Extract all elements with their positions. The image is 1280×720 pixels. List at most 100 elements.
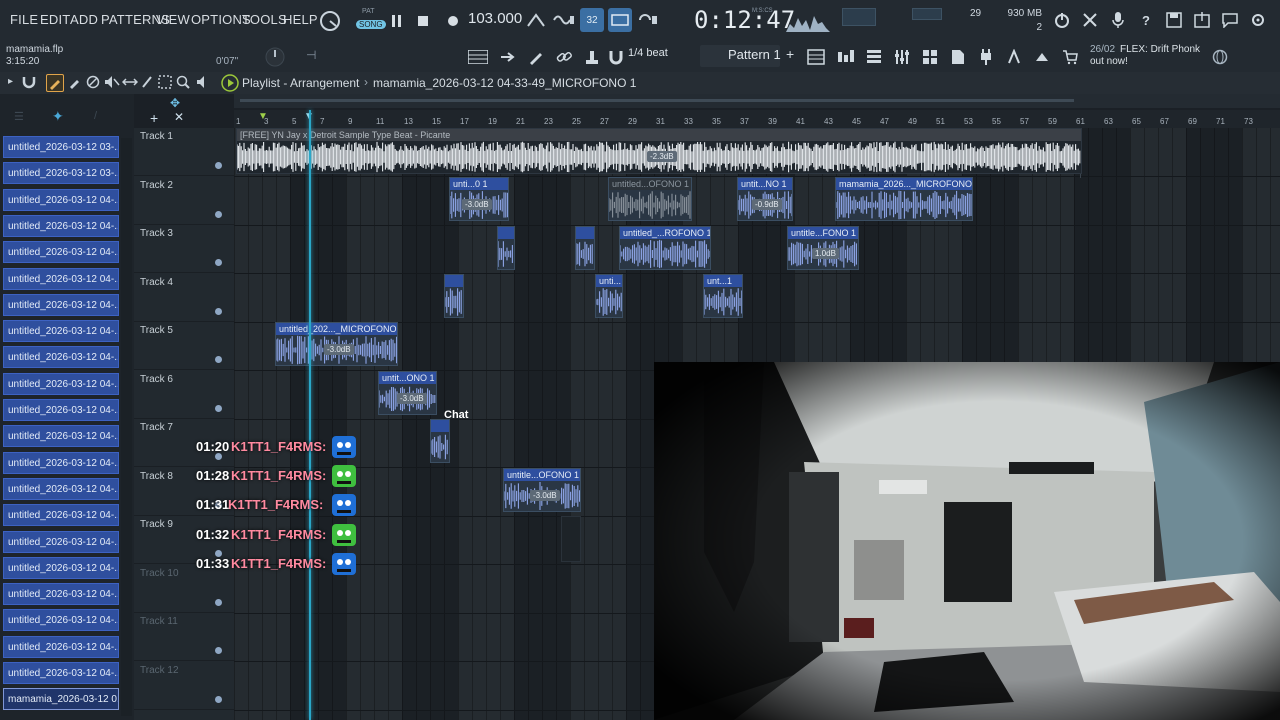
- audio-clip[interactable]: [497, 226, 515, 270]
- clip-title[interactable]: untit...NO 1: [738, 178, 792, 190]
- playhead-line[interactable]: [309, 110, 311, 720]
- browser-clip-item[interactable]: untitled_2026-03-12 03-...: [3, 136, 119, 158]
- slip-tool-icon[interactable]: [121, 75, 139, 94]
- track-mute-dot-icon[interactable]: [215, 259, 222, 266]
- loop-start-marker-icon[interactable]: ▼: [258, 111, 268, 122]
- loop-record-icon[interactable]: [636, 8, 660, 32]
- move-arrows-icon[interactable]: ✥: [170, 96, 180, 110]
- browser-clip-item[interactable]: untitled_2026-03-12 04-...: [3, 504, 119, 527]
- add-track-icon[interactable]: +: [150, 110, 158, 126]
- track-mute-dot-icon[interactable]: [215, 647, 222, 654]
- track-header[interactable]: Track 2: [134, 177, 234, 225]
- main-volume-knob-icon[interactable]: [264, 46, 286, 73]
- track-header[interactable]: Track 10: [134, 565, 234, 613]
- clip-title[interactable]: [FREE] YN Jay x Detroit Sample Type Beat…: [237, 129, 1081, 141]
- playlist-menu-arrow-icon[interactable]: ▸: [8, 76, 13, 87]
- audio-clip[interactable]: untitled...OFONO 1: [608, 177, 692, 221]
- clip-title[interactable]: mamamia_2026..._MICROFONO 1: [836, 178, 972, 190]
- browser-clip-item[interactable]: untitled_2026-03-12 04-...: [3, 241, 119, 264]
- main-pitch-slider-icon[interactable]: ⊣: [306, 48, 316, 62]
- browser-clip-item[interactable]: untitled_2026-03-12 04-...: [3, 320, 119, 343]
- shopping-cart-icon[interactable]: [1058, 45, 1082, 69]
- typing-keyboard-icon[interactable]: [608, 8, 632, 32]
- browser-list-icon[interactable]: ☰: [14, 110, 24, 123]
- microphone-icon[interactable]: [1106, 8, 1130, 32]
- pattern-selector-label[interactable]: Pattern 1: [728, 47, 781, 62]
- clip-title[interactable]: untitled_202..._MICROFONO 1: [276, 323, 397, 335]
- audio-clip[interactable]: unti...: [595, 274, 623, 318]
- audio-clip[interactable]: [575, 226, 595, 270]
- link-chain-icon[interactable]: [552, 45, 576, 69]
- browser-file-icon[interactable]: [946, 45, 970, 69]
- clip-title[interactable]: [576, 227, 594, 239]
- track-mute-dot-icon[interactable]: [215, 453, 222, 460]
- clip-title[interactable]: untitled_...ROFONO 1: [620, 227, 710, 239]
- delete-tool-icon[interactable]: [86, 75, 100, 94]
- snap-selector[interactable]: 1/4 beat: [628, 47, 668, 59]
- news-headline[interactable]: FLEX: Drift Phonk: [1120, 44, 1200, 55]
- track-mute-dot-icon[interactable]: [215, 695, 222, 703]
- track-mute-dot-icon[interactable]: [215, 210, 222, 218]
- save-icon[interactable]: [1162, 8, 1186, 32]
- audio-clip[interactable]: untitled_...ROFONO 1: [619, 226, 711, 270]
- playlist-view-icon[interactable]: [804, 45, 828, 69]
- browser-clip-item[interactable]: untitled_2026-03-12 04-...: [3, 399, 119, 421]
- audio-clip[interactable]: unti...0 1 -3.0dB: [449, 177, 509, 221]
- menu-file[interactable]: FILE: [10, 12, 38, 27]
- clip-title[interactable]: [445, 275, 463, 287]
- audio-clip[interactable]: untitle...OFONO 1 -3.0dB: [503, 468, 581, 512]
- render-export-icon[interactable]: [1190, 8, 1214, 32]
- clip-title[interactable]: [431, 420, 449, 432]
- track-header[interactable]: Track 11: [134, 613, 234, 661]
- track-header[interactable]: Track 5: [134, 322, 234, 370]
- close-panel-icon[interactable]: ✕: [174, 110, 184, 124]
- browser-clip-item[interactable]: untitled_2026-03-12 04-...: [3, 583, 119, 606]
- record-icon[interactable]: [441, 9, 465, 33]
- zoom-tool-icon[interactable]: [176, 75, 190, 94]
- audio-clip-fragment[interactable]: [561, 516, 581, 562]
- snap-magnet-icon[interactable]: [22, 75, 36, 94]
- playlist-scroll-thumb[interactable]: [240, 99, 1074, 102]
- track-header[interactable]: Track 1: [134, 128, 234, 176]
- menu-help[interactable]: HELP: [283, 12, 318, 27]
- browser-clip-item[interactable]: untitled_2026-03-12 04-...: [3, 188, 119, 211]
- clip-title[interactable]: unt...1: [704, 275, 742, 287]
- browser-clip-item[interactable]: untitled_2026-03-12 04-...: [3, 425, 119, 448]
- channel-list-icon[interactable]: [918, 45, 942, 69]
- menu-view[interactable]: VIEW: [156, 12, 190, 27]
- arrow-right-icon[interactable]: [496, 45, 520, 69]
- browser-wand-icon[interactable]: /: [94, 110, 97, 122]
- track-header[interactable]: Track 6: [134, 371, 234, 419]
- audio-clip[interactable]: [FREE] YN Jay x Detroit Sample Type Beat…: [236, 128, 1082, 174]
- chat-username[interactable]: K1TT1_F4RMS:: [231, 439, 326, 454]
- chat-username[interactable]: K1TT1_F4RMS:: [231, 527, 326, 542]
- browser-clip-item[interactable]: untitled_2026-03-12 04-...: [3, 530, 119, 553]
- magnet-snap-icon[interactable]: [604, 45, 628, 69]
- power-icon[interactable]: [1050, 8, 1074, 32]
- audio-clip[interactable]: unt...1: [703, 274, 743, 318]
- news-subtitle[interactable]: out now!: [1090, 56, 1128, 67]
- clip-title[interactable]: unti...0 1: [450, 178, 508, 190]
- browser-clip-item[interactable]: untitled_2026-03-12 04-...: [3, 214, 119, 237]
- track-header[interactable]: Track 12: [134, 662, 234, 710]
- browser-target-icon[interactable]: ✦: [52, 108, 64, 125]
- song-position-display[interactable]: 0:12:47: [694, 6, 795, 34]
- menu-tools[interactable]: TOOLS: [242, 12, 287, 27]
- browser-clip-item[interactable]: untitled_2026-03-12 04-...: [3, 477, 119, 500]
- paint-brush-icon[interactable]: [68, 75, 82, 94]
- track-header[interactable]: Track 4: [134, 274, 234, 322]
- panic-stop-icon[interactable]: [1078, 8, 1102, 32]
- menu-edit[interactable]: EDIT: [40, 12, 70, 27]
- stop-icon[interactable]: [411, 9, 435, 33]
- clip-title[interactable]: untit...ONO 1: [379, 372, 436, 384]
- add-pattern-button[interactable]: +: [786, 46, 794, 62]
- audio-clip[interactable]: [430, 419, 450, 463]
- browser-clip-item[interactable]: untitled_2026-03-12 04-...: [3, 609, 119, 632]
- track-mute-dot-icon[interactable]: [215, 307, 222, 315]
- chat-username[interactable]: K1TT1_F4RMS:: [231, 556, 326, 571]
- browser-scrollbar[interactable]: [121, 138, 132, 716]
- settings-icon[interactable]: [1246, 8, 1270, 32]
- clip-title[interactable]: [498, 227, 514, 239]
- track-header[interactable]: Track 3: [134, 225, 234, 273]
- audio-clip[interactable]: untit...NO 1 -0.9dB: [737, 177, 793, 221]
